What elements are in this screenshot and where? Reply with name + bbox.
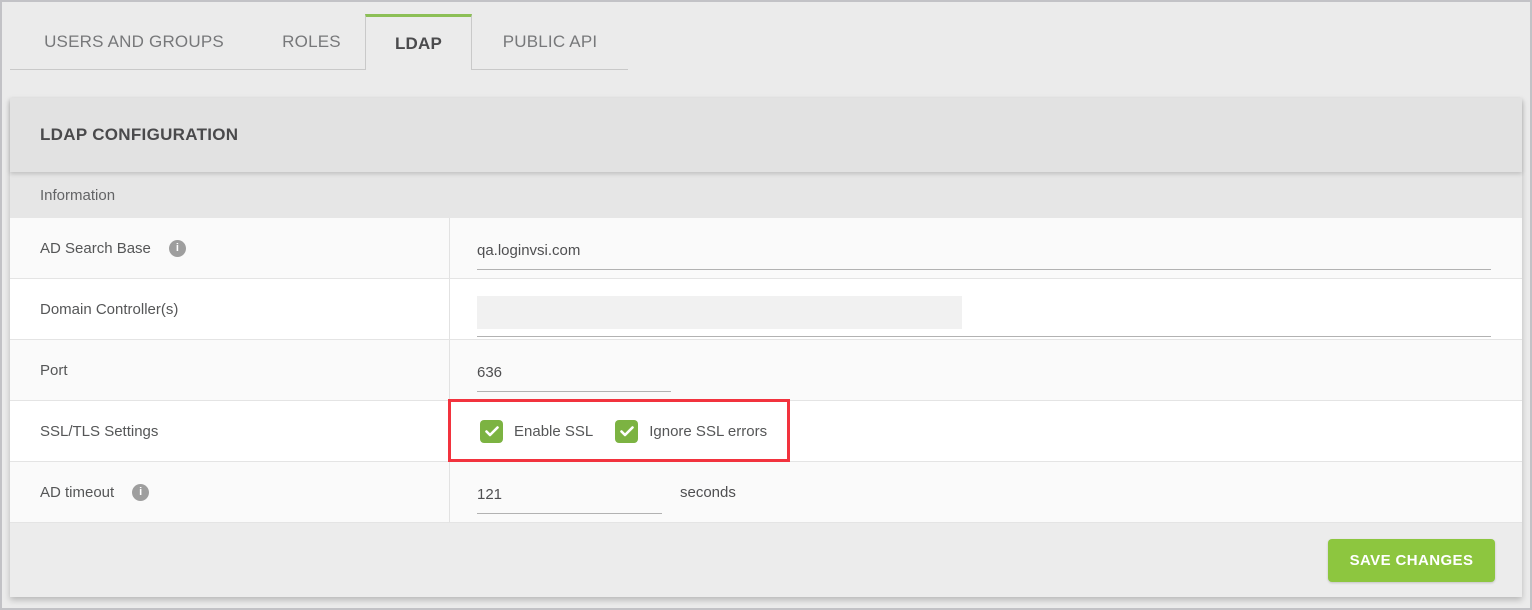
ad-search-base-input[interactable] [477, 240, 1491, 270]
info-icon[interactable]: i [169, 240, 186, 257]
enable-ssl-checkbox[interactable] [480, 420, 503, 443]
ignore-ssl-errors-option[interactable]: Ignore SSL errors [615, 420, 767, 443]
panel-title: LDAP CONFIGURATION [10, 98, 1522, 172]
tab-public-api[interactable]: PUBLIC API [472, 14, 628, 70]
domain-controllers-label: Domain Controller(s) [40, 301, 178, 318]
panel-footer: SAVE CHANGES [10, 523, 1522, 597]
tab-ldap[interactable]: LDAP [365, 14, 472, 70]
ad-search-base-label: AD Search Base [40, 240, 151, 257]
tab-bar: USERS AND GROUPS ROLES LDAP PUBLIC API [10, 14, 628, 70]
ldap-configuration-panel: LDAP CONFIGURATION Information AD Search… [10, 98, 1522, 597]
info-icon[interactable]: i [132, 484, 149, 501]
tab-users-and-groups[interactable]: USERS AND GROUPS [10, 14, 258, 70]
ssl-tls-settings-label: SSL/TLS Settings [40, 423, 158, 440]
enable-ssl-label: Enable SSL [514, 423, 593, 440]
field-row-port: Port [10, 340, 1522, 401]
field-row-domain-controllers: Domain Controller(s) [10, 279, 1522, 340]
domain-controllers-highlight [477, 296, 962, 329]
field-row-ad-search-base: AD Search Base i [10, 218, 1522, 279]
ignore-ssl-errors-checkbox[interactable] [615, 420, 638, 443]
enable-ssl-option[interactable]: Enable SSL [480, 420, 593, 443]
ssl-checkbox-group: Enable SSL Ignore SSL errors [480, 420, 767, 443]
ad-timeout-unit: seconds [680, 484, 736, 501]
ad-timeout-input[interactable] [477, 484, 662, 514]
ad-timeout-label: AD timeout [40, 484, 114, 501]
section-header-information: Information [10, 172, 1522, 218]
domain-controllers-input[interactable] [477, 296, 1491, 337]
page: USERS AND GROUPS ROLES LDAP PUBLIC API L… [0, 0, 1532, 610]
port-input[interactable] [477, 362, 671, 392]
check-icon [485, 426, 499, 437]
save-changes-button[interactable]: SAVE CHANGES [1328, 539, 1495, 582]
tab-roles[interactable]: ROLES [258, 14, 365, 70]
field-row-ad-timeout: AD timeout i seconds [10, 462, 1522, 523]
port-label: Port [40, 362, 68, 379]
field-row-ssl-tls-settings: SSL/TLS Settings Enable SSL [10, 401, 1522, 462]
ignore-ssl-errors-label: Ignore SSL errors [649, 423, 767, 440]
check-icon [620, 426, 634, 437]
